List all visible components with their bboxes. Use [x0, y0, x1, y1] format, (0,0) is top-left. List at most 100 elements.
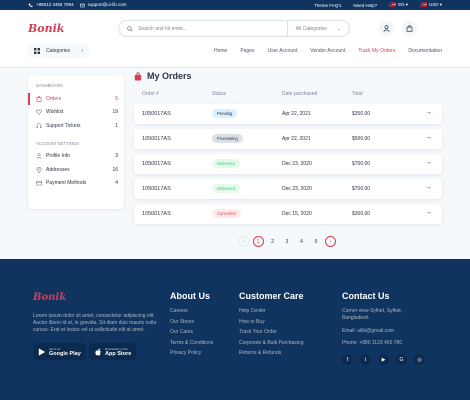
nav-documentation[interactable]: Documentation: [408, 48, 442, 54]
footer-link-help-center[interactable]: Help Center: [239, 308, 304, 319]
page-button-1[interactable]: 1: [252, 236, 264, 247]
table-row[interactable]: 1050017AS Processing Apr 22, 2021 $500.0…: [134, 129, 442, 149]
order-total: $300.00: [352, 211, 371, 217]
youtube-icon[interactable]: ▶: [378, 354, 389, 365]
footer-link-track-order[interactable]: Track Your Order: [239, 329, 304, 340]
language-value: EN: [398, 2, 405, 7]
sidebar-item-label: Payment Methods: [46, 180, 87, 187]
order-total: $700.00: [352, 161, 371, 167]
sidebar-item-support-tickets[interactable]: Support Tickets 1: [28, 119, 124, 133]
sidebar-item-count: 5: [115, 95, 118, 102]
top-bar: +88012 3456 7894 support@ui-lib.com Them…: [0, 0, 470, 10]
nav-user-account[interactable]: User Account: [268, 48, 298, 54]
arrow-right-icon[interactable]: →: [425, 184, 432, 191]
arrow-right-icon[interactable]: →: [425, 134, 432, 141]
phone-item: +88012 3456 7894: [28, 2, 74, 7]
nav-vendor-account[interactable]: Vendor Account: [310, 48, 345, 54]
order-date: Apr 22, 2021: [282, 111, 311, 117]
facebook-icon[interactable]: f: [342, 354, 353, 365]
status-badge: Processing: [212, 134, 243, 143]
order-number: 1050017AS: [142, 160, 171, 167]
sidebar-item-profile-info[interactable]: Profile Info 3: [28, 150, 124, 164]
nav-pages[interactable]: Pages: [240, 48, 254, 54]
footer-care-title: Customer Care: [239, 291, 304, 301]
grid-icon: [34, 48, 40, 54]
footer-link-how-to-buy[interactable]: How to Buy: [239, 319, 304, 330]
currency-select[interactable]: USD ▾: [419, 2, 442, 8]
table-row[interactable]: 1050017AS Cancelled Dec 15, 2020 $300.00…: [134, 204, 442, 224]
app-store-button[interactable]: Download on the App Store: [89, 343, 137, 360]
table-row[interactable]: 1050017AS Delivered Dec 23, 2020 $700.00…: [134, 154, 442, 174]
footer-customer-care-column: Customer Care Help Center How to Buy Tra…: [239, 291, 304, 361]
header: Bonik Search and hit enter... All Catego…: [0, 10, 470, 68]
sidebar-item-addresses[interactable]: Addresses 16: [28, 163, 124, 177]
next-page-button[interactable]: ›: [325, 236, 336, 247]
search-input[interactable]: Search and hit enter...: [133, 26, 287, 32]
apple-icon: [95, 348, 101, 355]
page-button-4[interactable]: 4: [296, 236, 307, 247]
search-bar[interactable]: Search and hit enter... All Categories ⌄: [118, 20, 350, 37]
email-item: support@ui-lib.com: [79, 2, 127, 7]
footer-link-corporate[interactable]: Corporate & Bulk Purchasing: [239, 340, 304, 351]
arrow-right-icon[interactable]: →: [425, 109, 432, 116]
need-help-link[interactable]: Need Help?: [353, 3, 377, 8]
page-button-5[interactable]: 5: [311, 236, 322, 247]
sidebar-item-label: Support Tickets: [46, 122, 81, 129]
status-badge: Pending: [212, 109, 238, 118]
us-flag-icon: [389, 2, 397, 8]
prev-page-button[interactable]: ‹: [238, 236, 249, 247]
user-button[interactable]: [379, 21, 394, 36]
footer-link-returns[interactable]: Returns & Refunds: [239, 350, 304, 361]
sidebar-item-count: 4: [115, 180, 118, 187]
cart-button[interactable]: [402, 21, 417, 36]
nav-track-my-orders[interactable]: Track My Orders: [358, 48, 395, 54]
footer-description: Lorem ipsum dolor sit amet, consectetur …: [33, 313, 157, 333]
order-number: 1050017AS: [142, 185, 171, 192]
sidebar-item-payment-methods[interactable]: Payment Methods 4: [28, 177, 124, 191]
google-icon[interactable]: G: [396, 354, 407, 365]
order-date: Dec 23, 2020: [282, 161, 312, 167]
footer-link-our-stores[interactable]: Our Stores: [170, 319, 213, 330]
footer-logo[interactable]: Bonik: [33, 292, 66, 303]
google-play-button[interactable]: Get it on Google Play: [33, 343, 86, 360]
language-select[interactable]: EN ▾: [389, 2, 408, 8]
chevron-right-icon: ›: [81, 48, 83, 54]
page-button-2[interactable]: 2: [267, 236, 278, 247]
shopping-bag-icon: [406, 25, 413, 32]
arrow-right-icon[interactable]: →: [425, 159, 432, 166]
order-number: 1050017AS: [142, 210, 171, 217]
table-row[interactable]: 1050017AS Delivered Dec 23, 2020 $700.00…: [134, 179, 442, 199]
footer-link-our-cares[interactable]: Our Cares: [170, 329, 213, 340]
footer-link-terms[interactable]: Terms & Conditions: [170, 340, 213, 351]
order-total: $350.00: [352, 111, 371, 117]
app-store-big: App Store: [105, 350, 132, 357]
logo[interactable]: Bonik: [28, 22, 64, 35]
theme-faq-link[interactable]: Theme FAQ's: [314, 3, 341, 8]
sidebar-item-count: 19: [112, 109, 118, 116]
category-select[interactable]: All Categories ⌄: [286, 21, 349, 36]
footer-about-title: About Us: [170, 291, 210, 301]
sidebar-item-label: Addresses: [46, 166, 70, 173]
order-total: $500.00: [352, 136, 371, 142]
sidebar-item-wishlist[interactable]: Wishlist 19: [28, 106, 124, 120]
sidebar-item-count: 1: [115, 122, 118, 129]
chevron-down-icon: ⌄: [336, 25, 341, 32]
nav-home[interactable]: Home: [214, 48, 227, 54]
categories-button[interactable]: Categories ›: [28, 44, 89, 58]
page-button-3[interactable]: 3: [282, 236, 293, 247]
table-row[interactable]: 1050017AS Pending Apr 22, 2021 $350.00 →: [134, 104, 442, 124]
twitter-icon[interactable]: t: [360, 354, 371, 365]
footer-link-careers[interactable]: Careers: [170, 308, 213, 319]
footer: Bonik Lorem ipsum dolor sit amet, consec…: [0, 259, 470, 400]
sidebar-item-orders[interactable]: Orders 5: [28, 92, 124, 106]
footer-contact-title: Contact Us: [342, 291, 390, 301]
footer-link-privacy[interactable]: Privacy Policy: [170, 350, 213, 361]
account-sidebar: DASHBOARD Orders 5 Wishlist 19 Support T…: [28, 75, 124, 209]
page-title-text: My Orders: [147, 71, 192, 81]
social-links: f t ▶ G ◎: [342, 354, 425, 365]
order-date: Apr 22, 2021: [282, 136, 311, 142]
arrow-right-icon[interactable]: →: [425, 209, 432, 216]
instagram-icon[interactable]: ◎: [414, 354, 425, 365]
google-play-big: Google Play: [49, 350, 81, 357]
page-title: My Orders: [134, 71, 192, 81]
